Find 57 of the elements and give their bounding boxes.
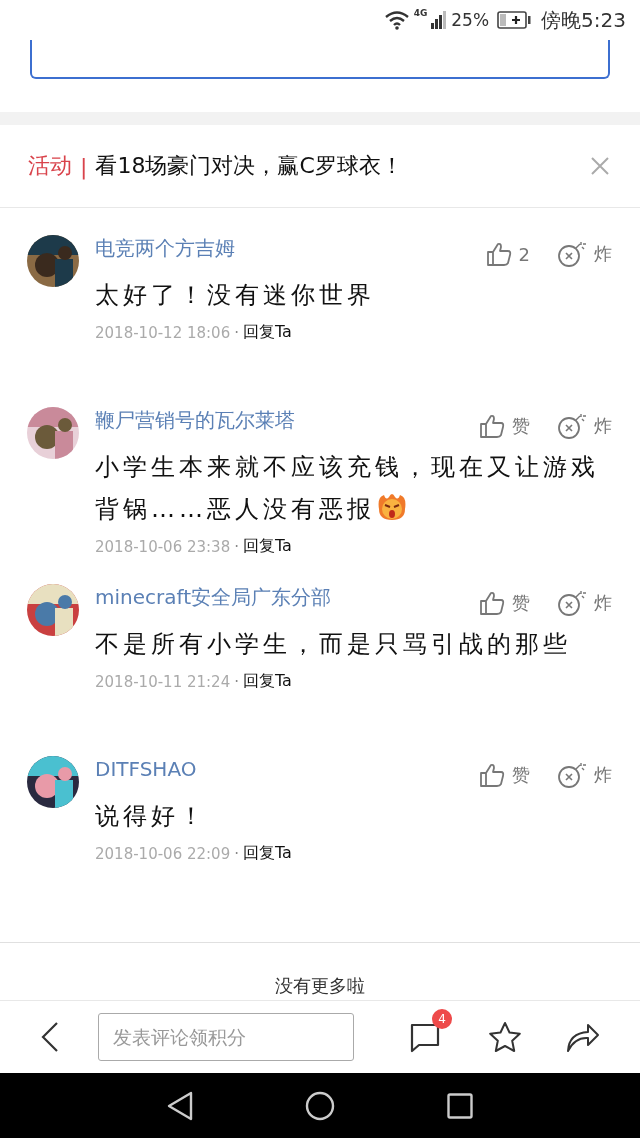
bomb-label: 炸 (594, 763, 612, 787)
activity-separator: | (80, 153, 88, 179)
comment-date: 2018-10-12 18:06 (95, 323, 231, 342)
thumbs-up-icon[interactable] (479, 763, 505, 787)
activity-tag: 活动 (28, 151, 72, 181)
username[interactable]: DITFSHAO (95, 757, 197, 781)
notification-badge: 4 (432, 1009, 452, 1029)
bomb-label: 炸 (594, 414, 612, 438)
comment-date: 2018-10-11 21:24 (95, 672, 231, 691)
separator-dot: · (234, 844, 239, 863)
comment-date: 2018-10-06 23:38 (95, 537, 231, 556)
bomb-icon[interactable] (557, 413, 587, 439)
nav-recents-icon[interactable] (447, 1092, 473, 1119)
bomb-label: 炸 (594, 591, 612, 615)
username[interactable]: 鞭尸营销号的瓦尔莱塔 (95, 406, 295, 434)
comment-text: 太好了！没有迷你世界 (95, 280, 376, 311)
end-of-list-text: 没有更多啦 (0, 942, 640, 1000)
comment-text: 不是所有小学生，而是只骂引战的那些 (95, 629, 572, 660)
reply-link[interactable]: 回复Ta (242, 536, 292, 557)
close-icon[interactable] (590, 156, 610, 176)
comment-text: 小学生本来就不应该充钱，现在又让游戏背锅……恶人没有恶报 (95, 452, 600, 525)
signal-icon (431, 11, 448, 29)
nav-back-icon[interactable] (167, 1090, 193, 1121)
username[interactable]: minecraft安全局广东分部 (95, 583, 332, 611)
thumbs-up-icon[interactable] (479, 414, 505, 438)
bomb-label: 炸 (594, 242, 612, 266)
like-count: 赞 (512, 414, 530, 438)
thumbs-up-icon[interactable] (479, 591, 505, 615)
comment-input-field[interactable]: 发表评论领积分 (98, 1013, 354, 1061)
separator-dot: · (234, 537, 239, 556)
wifi-icon (383, 10, 410, 30)
share-icon[interactable] (566, 1021, 600, 1053)
like-count: 赞 (512, 591, 530, 615)
comment-text: 说得好！ (95, 801, 208, 832)
bomb-icon[interactable] (557, 762, 587, 788)
separator-dot: · (234, 672, 239, 691)
network-label: 4G (413, 8, 428, 18)
battery-percent: 25% (451, 10, 490, 30)
separator-dot: · (234, 323, 239, 342)
reply-link[interactable]: 回复Ta (242, 322, 292, 343)
reply-link[interactable]: 回复Ta (242, 671, 292, 692)
battery-icon (497, 11, 532, 29)
nav-home-icon[interactable] (305, 1090, 335, 1121)
like-count: 赞 (512, 763, 530, 787)
bomb-icon[interactable] (557, 590, 587, 616)
thumbs-up-icon[interactable] (485, 242, 512, 266)
activity-link[interactable]: 看18场豪门对决，赢C罗球衣！ (95, 151, 590, 181)
comment-icon[interactable] (410, 1021, 442, 1053)
reply-link[interactable]: 回复Ta (242, 843, 292, 864)
more-news-button[interactable] (30, 40, 610, 79)
back-icon[interactable] (40, 1021, 60, 1053)
comment-date: 2018-10-06 22:09 (95, 844, 231, 863)
like-count: 2 (518, 243, 530, 265)
username[interactable]: 电竞两个方吉姆 (95, 234, 235, 262)
clock: 傍晚5:23 (541, 6, 626, 34)
bomb-icon[interactable] (557, 241, 587, 267)
star-icon[interactable] (488, 1021, 522, 1053)
